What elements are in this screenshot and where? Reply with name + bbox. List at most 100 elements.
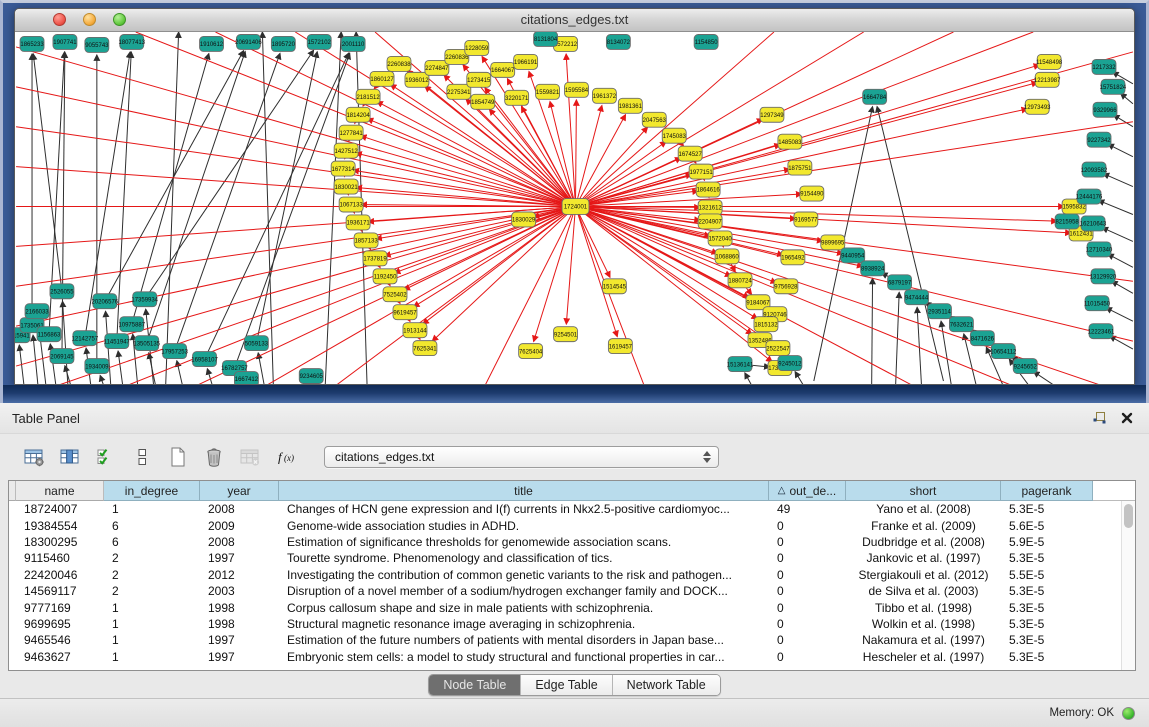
network-node[interactable]: 7625404 (519, 344, 543, 359)
cell-title[interactable]: Genome-wide association studies in ADHD. (279, 519, 769, 533)
cell-year[interactable]: 2012 (200, 568, 279, 582)
network-node[interactable]: 9440954 (841, 248, 865, 263)
table-row[interactable]: 969969511998Structural magnetic resonanc… (9, 616, 1122, 632)
network-node[interactable]: 1277841 (339, 125, 363, 140)
network-node[interactable]: 1273415 (467, 72, 491, 87)
network-node[interactable]: 1830029 (512, 212, 536, 227)
delete-icon[interactable] (200, 444, 227, 471)
network-window[interactable]: citations_edges.txt 2260838 1860127 2181… (14, 8, 1135, 385)
network-node[interactable]: 1880724 (728, 273, 752, 288)
cell-out_degree[interactable]: 0 (769, 650, 846, 664)
column-header-year[interactable]: year (200, 481, 279, 501)
network-node[interactable]: 1664067 (491, 62, 515, 77)
network-node[interactable]: 2526055 (50, 284, 74, 299)
scrollbar-thumb[interactable] (1124, 504, 1133, 528)
cell-year[interactable]: 2008 (200, 502, 279, 516)
cell-in_degree[interactable]: 1 (104, 601, 200, 615)
cell-name[interactable]: 22420046 (16, 568, 104, 582)
cell-title[interactable]: Estimation of significance thresholds fo… (279, 535, 769, 549)
network-node[interactable]: 1677314 (331, 161, 355, 176)
network-node[interactable]: 1865233 (20, 36, 44, 51)
table-row[interactable]: 911546021997Tourette syndrome. Phenomeno… (9, 550, 1122, 566)
network-node[interactable]: 1737819 (363, 251, 387, 266)
network-node[interactable]: 11451947 (104, 334, 131, 349)
cell-out_degree[interactable]: 49 (769, 502, 846, 516)
network-node[interactable]: 9227342 (1087, 132, 1111, 147)
table-row[interactable]: 1872400712008Changes of HCN gene express… (9, 501, 1122, 517)
cell-pagerank[interactable]: 5.5E-5 (1001, 568, 1093, 582)
network-node[interactable]: 2522547 (766, 341, 790, 356)
cell-out_degree[interactable]: 0 (769, 633, 846, 647)
network-node[interactable]: 1815132 (754, 317, 778, 332)
network-node[interactable]: 9245012 (778, 356, 802, 371)
network-node[interactable]: 1830021 (334, 179, 358, 194)
table-row[interactable]: 1830029562008Estimation of significance … (9, 534, 1122, 550)
cell-out_degree[interactable]: 0 (769, 535, 846, 549)
network-node[interactable]: 1854749 (471, 94, 495, 109)
network-node[interactable]: 10654112 (990, 344, 1017, 359)
network-node[interactable]: 9254501 (554, 327, 578, 342)
cell-pagerank[interactable]: 5.3E-5 (1001, 633, 1093, 647)
network-node[interactable]: 12142757 (72, 331, 99, 346)
network-node[interactable]: 1934009 (85, 359, 109, 374)
cell-title[interactable]: Investigating the contribution of common… (279, 568, 769, 582)
network-node[interactable]: 1595584 (565, 82, 589, 97)
cell-in_degree[interactable]: 1 (104, 617, 200, 631)
cell-year[interactable]: 1997 (200, 650, 279, 664)
table-row[interactable]: 946554611997Estimation of the future num… (9, 632, 1122, 648)
cell-name[interactable]: 9465546 (16, 633, 104, 647)
table-scrollbar[interactable] (1121, 501, 1135, 670)
cell-short[interactable]: Tibbo et al. (1998) (846, 601, 1001, 615)
network-node[interactable]: 12973493 (1024, 99, 1051, 114)
function-builder-icon[interactable]: f (x) (272, 444, 299, 471)
column-header-title[interactable]: title (279, 481, 769, 501)
cell-year[interactable]: 1998 (200, 617, 279, 631)
network-node[interactable]: 11015450 (1084, 296, 1111, 311)
network-node[interactable]: 16210643 (1080, 216, 1107, 231)
table-row[interactable]: 977716911998Corpus callosum shape and si… (9, 599, 1122, 615)
network-node[interactable]: 7525402 (383, 287, 407, 302)
cell-in_degree[interactable]: 2 (104, 551, 200, 565)
network-node[interactable]: 12710340 (1086, 242, 1113, 257)
network-node[interactable]: 1572040 (708, 231, 732, 246)
cell-title[interactable]: Estimation of the future numbers of pati… (279, 633, 769, 647)
network-node[interactable]: 17957253 (161, 344, 188, 359)
cell-title[interactable]: Corpus callosum shape and size in male p… (279, 601, 769, 615)
new-document-icon[interactable] (164, 444, 191, 471)
cell-in_degree[interactable]: 1 (104, 502, 200, 516)
cell-short[interactable]: de Silva et al. (2003) (846, 584, 1001, 598)
cell-title[interactable]: Embryonic stem cells: a model to study s… (279, 650, 769, 664)
network-node[interactable]: 1745083 (662, 128, 686, 143)
network-node[interactable]: 1297349 (760, 107, 784, 122)
network-node[interactable]: 12093582 (1081, 162, 1108, 177)
cell-pagerank[interactable]: 5.9E-5 (1001, 535, 1093, 549)
cell-out_degree[interactable]: 0 (769, 584, 846, 598)
cell-name[interactable]: 18724007 (16, 502, 104, 516)
network-node[interactable]: 1485083 (778, 134, 802, 149)
network-node[interactable]: 1572102 (307, 34, 331, 49)
cell-pagerank[interactable]: 5.3E-5 (1001, 650, 1093, 664)
cell-in_degree[interactable]: 2 (104, 584, 200, 598)
network-node[interactable]: 1913144 (403, 323, 427, 338)
network-node[interactable]: 13129920 (1090, 269, 1117, 284)
table-row[interactable]: 1456911722003Disruption of a novel membe… (9, 583, 1122, 599)
tab-edge-table[interactable]: Edge Table (521, 675, 612, 695)
network-node[interactable]: 9169577 (794, 212, 818, 227)
cell-short[interactable]: Nakamura et al. (1997) (846, 633, 1001, 647)
network-node[interactable]: 1427512 (334, 143, 358, 158)
stacked-boxes-icon[interactable] (128, 444, 155, 471)
network-node[interactable]: 1619457 (608, 339, 632, 354)
float-panel-icon[interactable] (1089, 408, 1109, 428)
column-header-name[interactable]: name (16, 481, 104, 501)
cell-out_degree[interactable]: 0 (769, 519, 846, 533)
network-node[interactable]: 1965492 (781, 250, 805, 265)
table-row[interactable]: 2242004622012Investigating the contribut… (9, 567, 1122, 583)
network-node[interactable]: 1068860 (715, 249, 739, 264)
network-node[interactable]: 11548498 (1036, 54, 1063, 69)
network-node[interactable]: 18077413 (118, 34, 145, 49)
cell-pagerank[interactable]: 5.6E-5 (1001, 519, 1093, 533)
network-node[interactable]: 12444176 (1076, 189, 1103, 204)
cell-name[interactable]: 9777169 (16, 601, 104, 615)
network-node[interactable]: 2275341 (447, 84, 471, 99)
network-graph[interactable]: 2260838 1860127 2181512 1814204 1277841 … (15, 32, 1134, 385)
